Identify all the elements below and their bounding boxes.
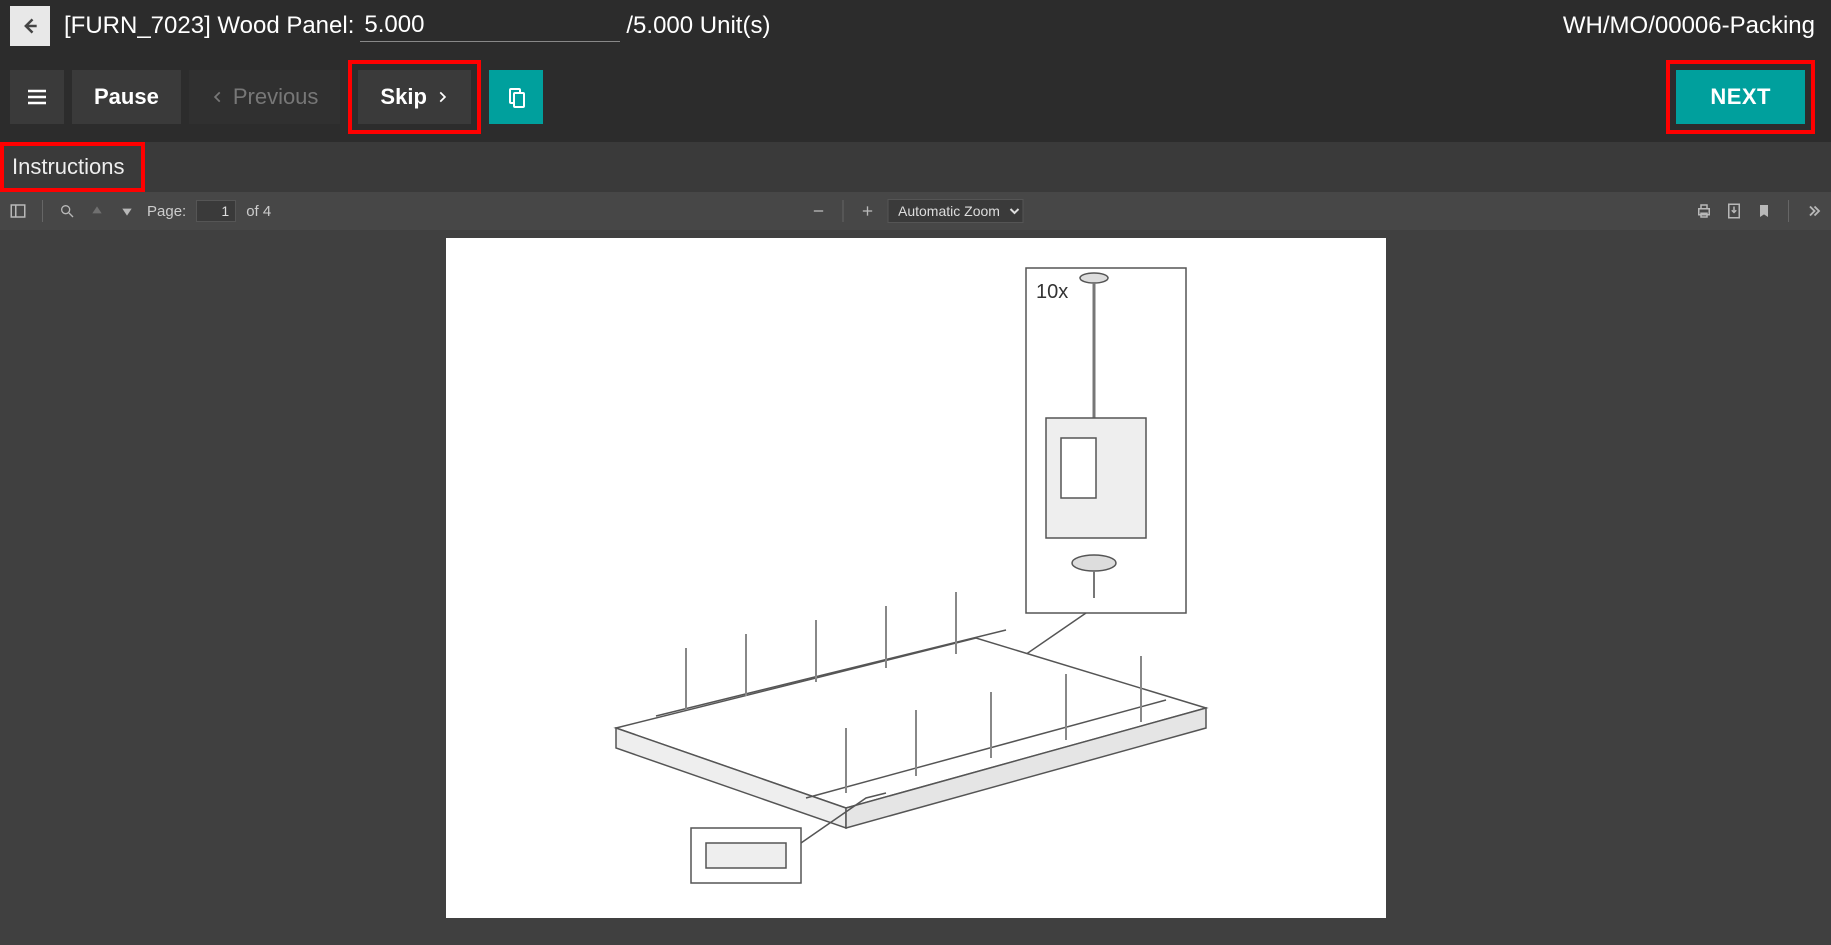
tab-instructions[interactable]: Instructions: [0, 142, 145, 192]
qty-done-input[interactable]: [360, 11, 620, 42]
previous-button[interactable]: Previous: [189, 70, 341, 124]
skip-button[interactable]: Skip: [358, 70, 470, 124]
sidebar-toggle-icon[interactable]: [8, 201, 28, 221]
arrow-left-icon: [20, 16, 40, 36]
operation-header: [FURN_7023] Wood Panel: /5.000 Unit(s) W…: [0, 0, 1831, 52]
skip-highlight: Skip: [348, 60, 480, 134]
instruction-diagram: 10x: [446, 238, 1386, 918]
action-bar: Pause Previous Skip NEXT: [0, 52, 1831, 142]
zoom-out-icon[interactable]: [808, 201, 828, 221]
bookmark-icon[interactable]: [1754, 201, 1774, 221]
page-down-icon[interactable]: [117, 201, 137, 221]
zoom-in-icon[interactable]: [857, 201, 877, 221]
product-name: [FURN_7023] Wood Panel:: [64, 12, 354, 40]
product-line: [FURN_7023] Wood Panel: /5.000 Unit(s): [64, 11, 770, 42]
tab-instructions-label: Instructions: [12, 154, 125, 180]
page-label: Page:: [147, 203, 186, 220]
pdf-toolbar: Page: of 4 Automatic Zoom: [0, 192, 1831, 230]
next-label: NEXT: [1710, 84, 1771, 110]
back-button[interactable]: [10, 6, 50, 46]
next-highlight: NEXT: [1666, 60, 1815, 134]
pause-button[interactable]: Pause: [72, 70, 181, 124]
order-reference: WH/MO/00006-Packing: [1563, 12, 1815, 40]
menu-button[interactable]: [10, 70, 64, 124]
pause-label: Pause: [94, 84, 159, 110]
tabs-bar: Instructions: [0, 142, 1831, 192]
hamburger-icon: [25, 85, 49, 109]
pdf-viewport[interactable]: 10x: [0, 230, 1831, 945]
page-number-input[interactable]: [196, 200, 236, 222]
download-icon[interactable]: [1724, 201, 1744, 221]
page-total-label: of 4: [246, 203, 271, 220]
print-icon[interactable]: [1694, 201, 1714, 221]
paste-icon: [504, 85, 528, 109]
skip-label: Skip: [380, 84, 426, 110]
page-up-icon[interactable]: [87, 201, 107, 221]
chevron-right-icon: [435, 88, 449, 106]
find-icon[interactable]: [57, 201, 77, 221]
zoom-select[interactable]: Automatic Zoom: [887, 199, 1023, 223]
previous-label: Previous: [233, 84, 319, 110]
qty-total: /5.000 Unit(s): [626, 12, 770, 40]
next-button[interactable]: NEXT: [1676, 70, 1805, 124]
chevron-left-icon: [211, 88, 225, 106]
paste-button[interactable]: [489, 70, 543, 124]
pdf-page: 10x: [446, 238, 1386, 918]
svg-text:10x: 10x: [1036, 281, 1068, 303]
tools-overflow-icon[interactable]: [1803, 201, 1823, 221]
